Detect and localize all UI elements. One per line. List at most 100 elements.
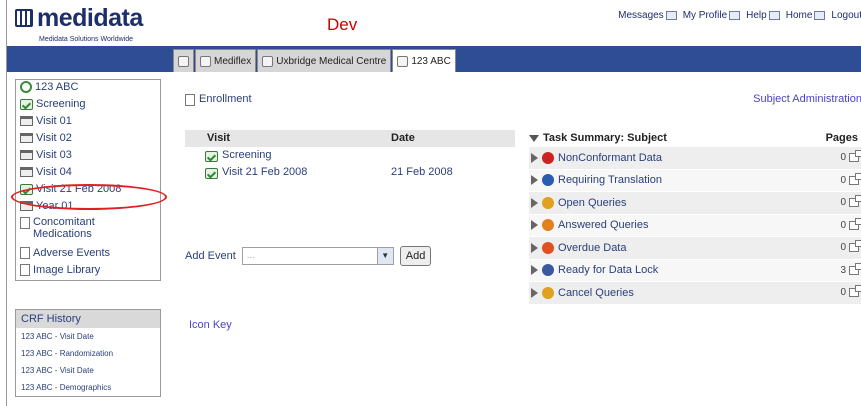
pages-header: Pages — [825, 132, 858, 144]
visit-table-header: Visit Date — [185, 130, 515, 147]
navbar: Mediflex Uxbridge Medical Centre 123 ABC — [7, 46, 861, 72]
add-event-select[interactable]: ... ▼ — [241, 247, 394, 265]
warning-icon — [542, 151, 554, 164]
document-icon — [185, 94, 195, 106]
subject-panel: 123 ABC Screening Visit 01 Visit 02 Visi… — [15, 79, 161, 281]
sidebar-item-visit-01[interactable]: Visit 01 — [16, 114, 160, 131]
task-row-cancel-queries[interactable]: Cancel Queries 0 — [529, 282, 861, 305]
sidebar: 123 ABC Screening Visit 01 Visit 02 Visi… — [11, 79, 167, 397]
home-icon — [178, 55, 189, 67]
folder-icon — [20, 150, 33, 160]
pages-icon[interactable] — [849, 240, 861, 253]
table-row[interactable]: Visit 21 Feb 2008 21 Feb 2008 — [185, 164, 515, 181]
icon-key-link[interactable]: Icon Key — [189, 319, 232, 331]
crf-history-item[interactable]: 123 ABC - Visit Date — [16, 362, 160, 379]
visit-complete-icon — [205, 151, 218, 162]
logout-link[interactable]: Logout — [831, 10, 861, 21]
expand-icon[interactable] — [531, 220, 538, 231]
sidebar-item-visit-03[interactable]: Visit 03 — [16, 148, 160, 165]
header: medidata Medidata Solutions Worldwide De… — [7, 0, 861, 46]
add-event-button[interactable]: Add — [399, 246, 432, 266]
task-row-ready-for-data-lock[interactable]: Ready for Data Lock 3 — [529, 259, 861, 282]
data-lock-icon — [542, 264, 554, 277]
app-frame: medidata Medidata Solutions Worldwide De… — [6, 0, 861, 406]
expand-icon[interactable] — [531, 242, 538, 253]
task-summary-header: Task Summary: Subject Pages — [529, 130, 861, 147]
add-event-row: Add Event ... ▼ Add — [185, 246, 432, 266]
task-row-answered-queries[interactable]: Answered Queries 0 — [529, 214, 861, 237]
document-icon — [20, 217, 30, 229]
crf-history-item[interactable]: 123 ABC - Randomization — [16, 345, 160, 362]
logo-icon — [15, 9, 33, 27]
column-header-date: Date — [391, 132, 415, 144]
sidebar-item-image-library[interactable]: Image Library — [16, 263, 160, 280]
chevron-down-icon[interactable]: ▼ — [376, 248, 393, 264]
visit-table: Visit Date Screening Visit 21 Feb 2008 2… — [185, 130, 515, 181]
site-icon — [262, 55, 274, 67]
messages-link[interactable]: Messages — [618, 10, 677, 21]
folder-icon — [20, 133, 33, 143]
help-icon — [729, 11, 741, 20]
task-row-overdue-data[interactable]: Overdue Data 0 — [529, 237, 861, 260]
sidebar-item-adverse-events[interactable]: Adverse Events — [16, 246, 160, 263]
breadcrumb-tabs: Mediflex Uxbridge Medical Centre 123 ABC — [173, 49, 457, 72]
pages-icon[interactable] — [849, 195, 861, 208]
task-row-requiring-translation[interactable]: Requiring Translation 0 — [529, 169, 861, 192]
study-icon — [200, 55, 211, 67]
sidebar-item-concomitant-medications[interactable]: Concomitant Medications — [16, 216, 160, 246]
expand-icon[interactable] — [531, 175, 538, 186]
task-row-nonconformant-data[interactable]: NonConformant Data 0 — [529, 147, 861, 170]
crf-history-item[interactable]: 123 ABC - Visit Date — [16, 328, 160, 345]
expand-icon[interactable] — [531, 197, 538, 208]
task-summary: Task Summary: Subject Pages NonConforman… — [529, 130, 861, 305]
tab-subject[interactable]: 123 ABC — [392, 49, 456, 72]
logo-text: medidata — [37, 4, 143, 32]
home-icon — [768, 11, 780, 20]
crf-history-item[interactable]: 123 ABC - Demographics — [16, 379, 160, 396]
sidebar-subject[interactable]: 123 ABC — [16, 80, 160, 97]
expand-icon[interactable] — [531, 287, 538, 298]
logout-icon — [814, 11, 826, 20]
pages-icon[interactable] — [849, 217, 861, 230]
folder-icon — [20, 116, 33, 126]
visit-complete-icon — [205, 168, 218, 179]
help-link[interactable]: Help — [746, 10, 780, 21]
task-row-open-queries[interactable]: Open Queries 0 — [529, 192, 861, 215]
task-summary-rows: NonConformant Data 0 Requiring Translati… — [529, 147, 861, 305]
pages-icon[interactable] — [849, 285, 861, 298]
overdue-icon — [542, 241, 554, 254]
subject-administration-link[interactable]: Subject Administration — [753, 93, 861, 105]
sidebar-item-screening[interactable]: Screening — [16, 97, 160, 114]
pages-icon[interactable] — [849, 262, 861, 275]
sidebar-item-year-01[interactable]: Year 01 — [16, 199, 160, 216]
expand-icon[interactable] — [531, 265, 538, 276]
my-profile-link[interactable]: My Profile — [683, 10, 741, 21]
home-link[interactable]: Home — [786, 10, 826, 21]
expand-icon[interactable] — [531, 152, 538, 163]
pages-icon[interactable] — [849, 172, 861, 185]
subject-icon — [20, 81, 32, 93]
crf-history-title: CRF History — [16, 310, 160, 328]
subject-icon — [397, 55, 409, 67]
document-icon — [20, 264, 30, 276]
tab-site[interactable]: Uxbridge Medical Centre — [257, 49, 392, 72]
document-icon — [20, 247, 30, 259]
visit-complete-icon — [20, 99, 33, 110]
column-header-visit: Visit — [207, 132, 231, 144]
collapse-icon[interactable] — [529, 135, 539, 142]
logo-tagline: Medidata Solutions Worldwide — [39, 36, 134, 43]
tab-home[interactable] — [173, 49, 194, 72]
tab-study[interactable]: Mediflex — [195, 49, 257, 72]
top-links: Messages My Profile Help Home Logout — [618, 10, 861, 21]
enrollment-link[interactable]: Enrollment — [185, 93, 252, 106]
add-event-label: Add Event — [185, 250, 236, 262]
crf-history-panel: CRF History 123 ABC - Visit Date 123 ABC… — [15, 309, 161, 397]
table-row[interactable]: Screening — [185, 147, 515, 164]
translation-icon — [542, 174, 554, 187]
pages-icon[interactable] — [849, 150, 861, 163]
sidebar-item-visit-04[interactable]: Visit 04 — [16, 165, 160, 182]
folder-icon — [20, 201, 33, 211]
sidebar-item-visit-21-feb-2008[interactable]: Visit 21 Feb 2008 — [16, 182, 160, 199]
main-content: Enrollment Subject Administration Visit … — [179, 79, 861, 399]
sidebar-item-visit-02[interactable]: Visit 02 — [16, 131, 160, 148]
